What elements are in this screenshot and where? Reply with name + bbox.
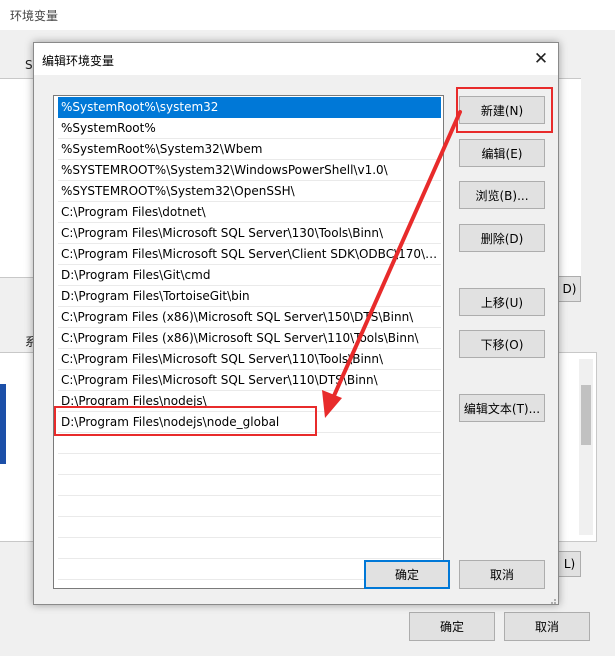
path-list-item[interactable]: D:\Program Files\TortoiseGit\bin [58, 286, 441, 307]
path-list[interactable]: %SystemRoot%\system32 %SystemRoot% %Syst… [53, 95, 444, 589]
empty-list-row[interactable] [58, 454, 441, 475]
background-title-bar: 环境变量 [0, 0, 615, 30]
background-cancel-button[interactable]: 取消 [504, 612, 590, 641]
path-list-item[interactable]: D:\Program Files\nodejs\node_global [58, 412, 441, 433]
delete-button[interactable]: 删除(D) [459, 224, 545, 252]
background-section-label-fragment: S [25, 58, 33, 72]
ok-button-label: 确定 [394, 568, 419, 582]
background-system-list-right-edge [559, 352, 597, 542]
path-list-item[interactable]: C:\Program Files\Microsoft SQL Server\11… [58, 349, 441, 370]
path-list-item[interactable]: C:\Program Files\Microsoft SQL Server\Cl… [58, 244, 441, 265]
browse-button[interactable]: 浏览(B)... [459, 181, 545, 209]
path-list-item[interactable]: %SystemRoot% [58, 118, 441, 139]
move-down-button[interactable]: 下移(O) [459, 330, 545, 358]
background-button-fragment-text: L) [563, 557, 576, 571]
path-list-item[interactable]: %SYSTEMROOT%\System32\WindowsPowerShell\… [58, 160, 441, 181]
background-user-list-right-edge [559, 78, 581, 278]
dialog-title-bar[interactable]: 编辑环境变量 ✕ [34, 43, 558, 75]
background-ok-button[interactable]: 确定 [409, 612, 495, 641]
dialog-title: 编辑环境变量 [42, 54, 115, 68]
move-up-button-label: 上移(U) [480, 295, 524, 310]
edit-env-variable-dialog: 编辑环境变量 ✕ %SystemRoot%\system32 %SystemRo… [33, 42, 559, 605]
path-list-item[interactable]: D:\Program Files\Git\cmd [58, 265, 441, 286]
empty-list-row[interactable] [58, 517, 441, 538]
background-scrollbar[interactable] [579, 359, 593, 535]
background-scrollbar-thumb[interactable] [581, 385, 591, 445]
empty-list-row[interactable] [58, 475, 441, 496]
empty-list-row[interactable] [58, 433, 441, 454]
path-list-item[interactable]: %SystemRoot%\System32\Wbem [58, 139, 441, 160]
cancel-button[interactable]: 取消 [459, 560, 545, 589]
move-up-button[interactable]: 上移(U) [459, 288, 545, 316]
delete-button-label: 删除(D) [480, 231, 524, 246]
empty-list-row[interactable] [58, 496, 441, 517]
background-window-title: 环境变量 [10, 9, 59, 23]
new-button-label: 新建(N) [480, 103, 524, 118]
background-user-list-edge [0, 78, 34, 278]
move-down-button-label: 下移(O) [480, 337, 524, 352]
path-list-item[interactable]: C:\Program Files (x86)\Microsoft SQL Ser… [58, 328, 441, 349]
path-list-item[interactable]: C:\Program Files\Microsoft SQL Server\11… [58, 370, 441, 391]
ok-button[interactable]: 确定 [364, 560, 450, 589]
path-list-item[interactable]: %SYSTEMROOT%\System32\OpenSSH\ [58, 181, 441, 202]
resize-grip-icon[interactable] [547, 595, 557, 605]
edit-text-button[interactable]: 编辑文本(T)... [459, 394, 545, 422]
background-ok-label: 确定 [439, 620, 464, 634]
cancel-button-label: 取消 [489, 568, 514, 582]
empty-list-row[interactable] [58, 538, 441, 559]
browse-button-label: 浏览(B)... [475, 188, 529, 203]
path-list-item[interactable]: D:\Program Files\nodejs\ [58, 391, 441, 412]
path-list-item[interactable]: C:\Program Files\Microsoft SQL Server\13… [58, 223, 441, 244]
close-icon[interactable]: ✕ [530, 48, 552, 70]
new-button[interactable]: 新建(N) [459, 96, 545, 124]
path-list-item[interactable]: C:\Program Files (x86)\Microsoft SQL Ser… [58, 307, 441, 328]
background-selected-row-edge [0, 384, 6, 464]
path-list-item[interactable]: %SystemRoot%\system32 [58, 97, 441, 118]
edit-button[interactable]: 编辑(E) [459, 139, 545, 167]
edit-text-button-label: 编辑文本(T)... [463, 401, 541, 416]
edit-button-label: 编辑(E) [481, 146, 523, 161]
background-delete-button-fragment[interactable]: D) [559, 276, 581, 302]
background-button-fragment-text: D) [562, 282, 577, 296]
background-delete-button-fragment[interactable]: L) [559, 551, 581, 577]
path-list-item[interactable]: C:\Program Files\dotnet\ [58, 202, 441, 223]
background-cancel-label: 取消 [534, 620, 559, 634]
